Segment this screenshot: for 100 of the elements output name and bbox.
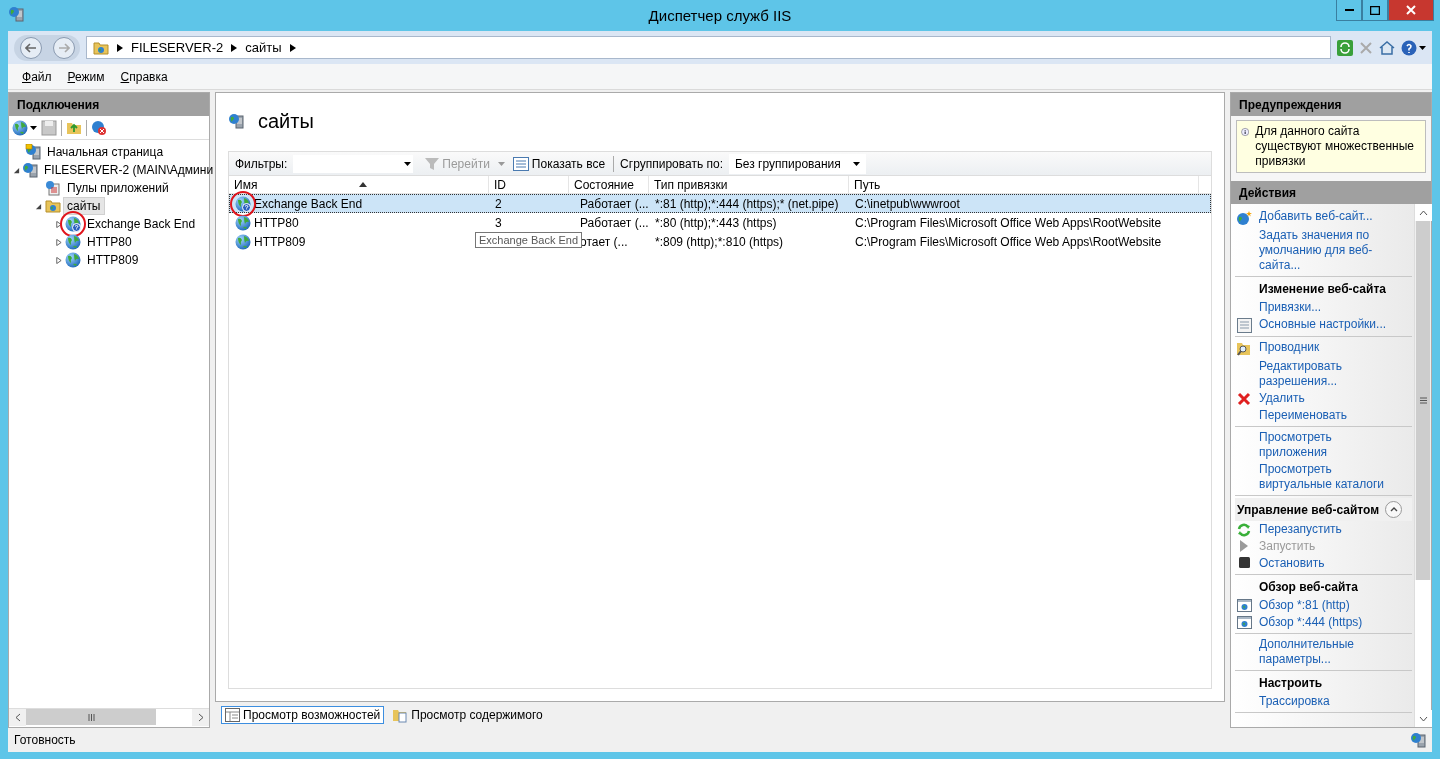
collapsed-icon: [54, 220, 62, 228]
tree-item[interactable]: HTTP809: [83, 251, 143, 269]
address-bar[interactable]: FILESERVER-2 сайты: [86, 36, 1331, 59]
scroll-down-button[interactable]: [1415, 710, 1432, 727]
scroll-thumb[interactable]: [1416, 221, 1430, 580]
action-link[interactable]: Задать значения по умолчанию для веб-сайта...: [1259, 228, 1399, 273]
globe-icon: [65, 252, 81, 268]
group-by-dropdown[interactable]: Без группирования: [729, 153, 866, 174]
maximize-button[interactable]: [1362, 0, 1388, 21]
help-icon[interactable]: [1401, 39, 1417, 56]
filter-funnel-icon: [425, 157, 440, 170]
caret-icon: [404, 161, 412, 166]
back-arrow-icon: [24, 42, 37, 53]
action-link[interactable]: Перезапустить: [1259, 522, 1399, 537]
column-header[interactable]: Имя: [229, 176, 489, 193]
table-cell: HTTP809: [254, 234, 306, 249]
view-tab[interactable]: Просмотр возможностей: [221, 706, 385, 724]
action-link[interactable]: Привязки...: [1259, 300, 1399, 315]
save-icon[interactable]: [41, 119, 57, 136]
action-link[interactable]: Переименовать: [1259, 408, 1399, 423]
tree-item[interactable]: Пулы приложений: [63, 179, 173, 197]
stop-icon[interactable]: [1359, 40, 1373, 55]
tree-item[interactable]: FILESERVER-2 (MAIN\Админи: [40, 161, 218, 179]
show-all-button[interactable]: Показать все: [510, 156, 608, 171]
menu-item[interactable]: Режим: [67, 69, 105, 84]
status-server-icon: [1410, 732, 1426, 748]
forward-button[interactable]: [52, 36, 75, 59]
globe-icon: [235, 233, 251, 250]
status-text: Готовность: [14, 733, 76, 747]
filter-field[interactable]: [293, 154, 414, 173]
table-cell: Работает (...: [580, 215, 649, 230]
close-button[interactable]: [1388, 0, 1434, 21]
expanded-icon: [34, 202, 42, 210]
tree-item[interactable]: Начальная страница: [43, 143, 168, 161]
go-caret-icon: [497, 161, 505, 166]
table-cell: *:81 (http);*:444 (https);* (net.pipe): [655, 196, 839, 211]
grid-window-icon: [225, 708, 240, 722]
page-title: сайты: [258, 109, 314, 133]
pools-icon: [45, 180, 61, 196]
caret-icon: [852, 161, 860, 166]
breadcrumb-arrow-icon: [289, 43, 296, 52]
breadcrumb-arrow-icon: [117, 43, 123, 52]
minimize-icon: [1344, 9, 1354, 11]
home-icon[interactable]: [1379, 39, 1395, 56]
menu-item[interactable]: Файл: [22, 69, 52, 84]
browser-globe-icon: [1236, 599, 1252, 612]
pane-header: Подключения: [9, 93, 209, 116]
back-button[interactable]: [19, 36, 42, 59]
action-link[interactable]: Трассировка: [1259, 694, 1399, 709]
scroll-up-button[interactable]: [1415, 204, 1432, 221]
grip-icon: [1419, 397, 1427, 404]
column-header[interactable]: ID: [489, 176, 569, 193]
folder-globe-icon: [93, 39, 109, 56]
action-link[interactable]: Обзор *:81 (http): [1259, 598, 1399, 613]
action-link[interactable]: Остановить: [1259, 556, 1399, 571]
collapse-button[interactable]: [1385, 501, 1403, 518]
table-cell: C:\Program Files\Microsoft Office Web Apps\RootWebsite: [855, 234, 1162, 249]
help-caret-icon: [1419, 45, 1426, 50]
refresh-icon[interactable]: [1337, 39, 1353, 56]
group-by-label: Сгруппировать по:: [620, 156, 723, 171]
action-link[interactable]: Добавить веб-сайт...: [1259, 209, 1399, 224]
table-cell: *:809 (http);*:810 (https): [655, 234, 784, 249]
window-title: Диспетчер служб IIS: [648, 7, 792, 24]
grip-icon: [87, 713, 95, 721]
action-link[interactable]: Просмотреть виртуальные каталоги: [1259, 462, 1399, 492]
action-link[interactable]: Проводник: [1259, 340, 1399, 355]
column-header[interactable]: Состояние: [569, 176, 649, 193]
tree-item[interactable]: HTTP80: [83, 233, 136, 251]
collapsed-icon: [54, 238, 62, 246]
chevron-up-icon: [1389, 507, 1398, 512]
view-tab[interactable]: Просмотр содержимого: [388, 705, 547, 725]
action-link[interactable]: Редактировать разрешения...: [1259, 359, 1399, 389]
section-title: Управление веб-сайтом: [1237, 502, 1380, 517]
action-link[interactable]: Обзор *:444 (https): [1259, 615, 1399, 630]
tree-item[interactable]: Exchange Back End: [83, 215, 200, 233]
breadcrumb[interactable]: FILESERVER-2: [131, 40, 224, 55]
column-header[interactable]: Путь: [849, 176, 1199, 193]
action-link[interactable]: Удалить: [1259, 391, 1399, 406]
disconnect-icon[interactable]: [91, 119, 107, 136]
chevron-up-icon: [1419, 209, 1428, 216]
start-page-icon: [25, 144, 41, 160]
play-icon: [1239, 540, 1249, 552]
globe-icon: [235, 214, 251, 231]
table-cell: *:80 (http);*:443 (https): [655, 215, 777, 230]
table-cell: 2: [495, 196, 502, 211]
action-link[interactable]: Основные настройки...: [1259, 317, 1399, 332]
chevron-down-icon: [1419, 715, 1428, 722]
scroll-thumb[interactable]: [26, 709, 156, 725]
app-icon: [8, 6, 24, 22]
action-link[interactable]: Дополнительные параметры...: [1259, 637, 1399, 667]
column-header[interactable]: Тип привязки: [649, 176, 849, 193]
tree-item[interactable]: сайты: [63, 197, 105, 215]
forward-arrow-icon: [57, 42, 70, 53]
breadcrumb[interactable]: сайты: [245, 40, 282, 55]
filter-label: Фильтры:: [235, 156, 288, 171]
menu-item[interactable]: Справка: [120, 69, 168, 84]
folder-document-icon: [392, 707, 409, 723]
expanded-icon: [13, 166, 20, 174]
action-link[interactable]: Просмотреть приложения: [1259, 430, 1399, 460]
minimize-button[interactable]: [1336, 0, 1362, 21]
